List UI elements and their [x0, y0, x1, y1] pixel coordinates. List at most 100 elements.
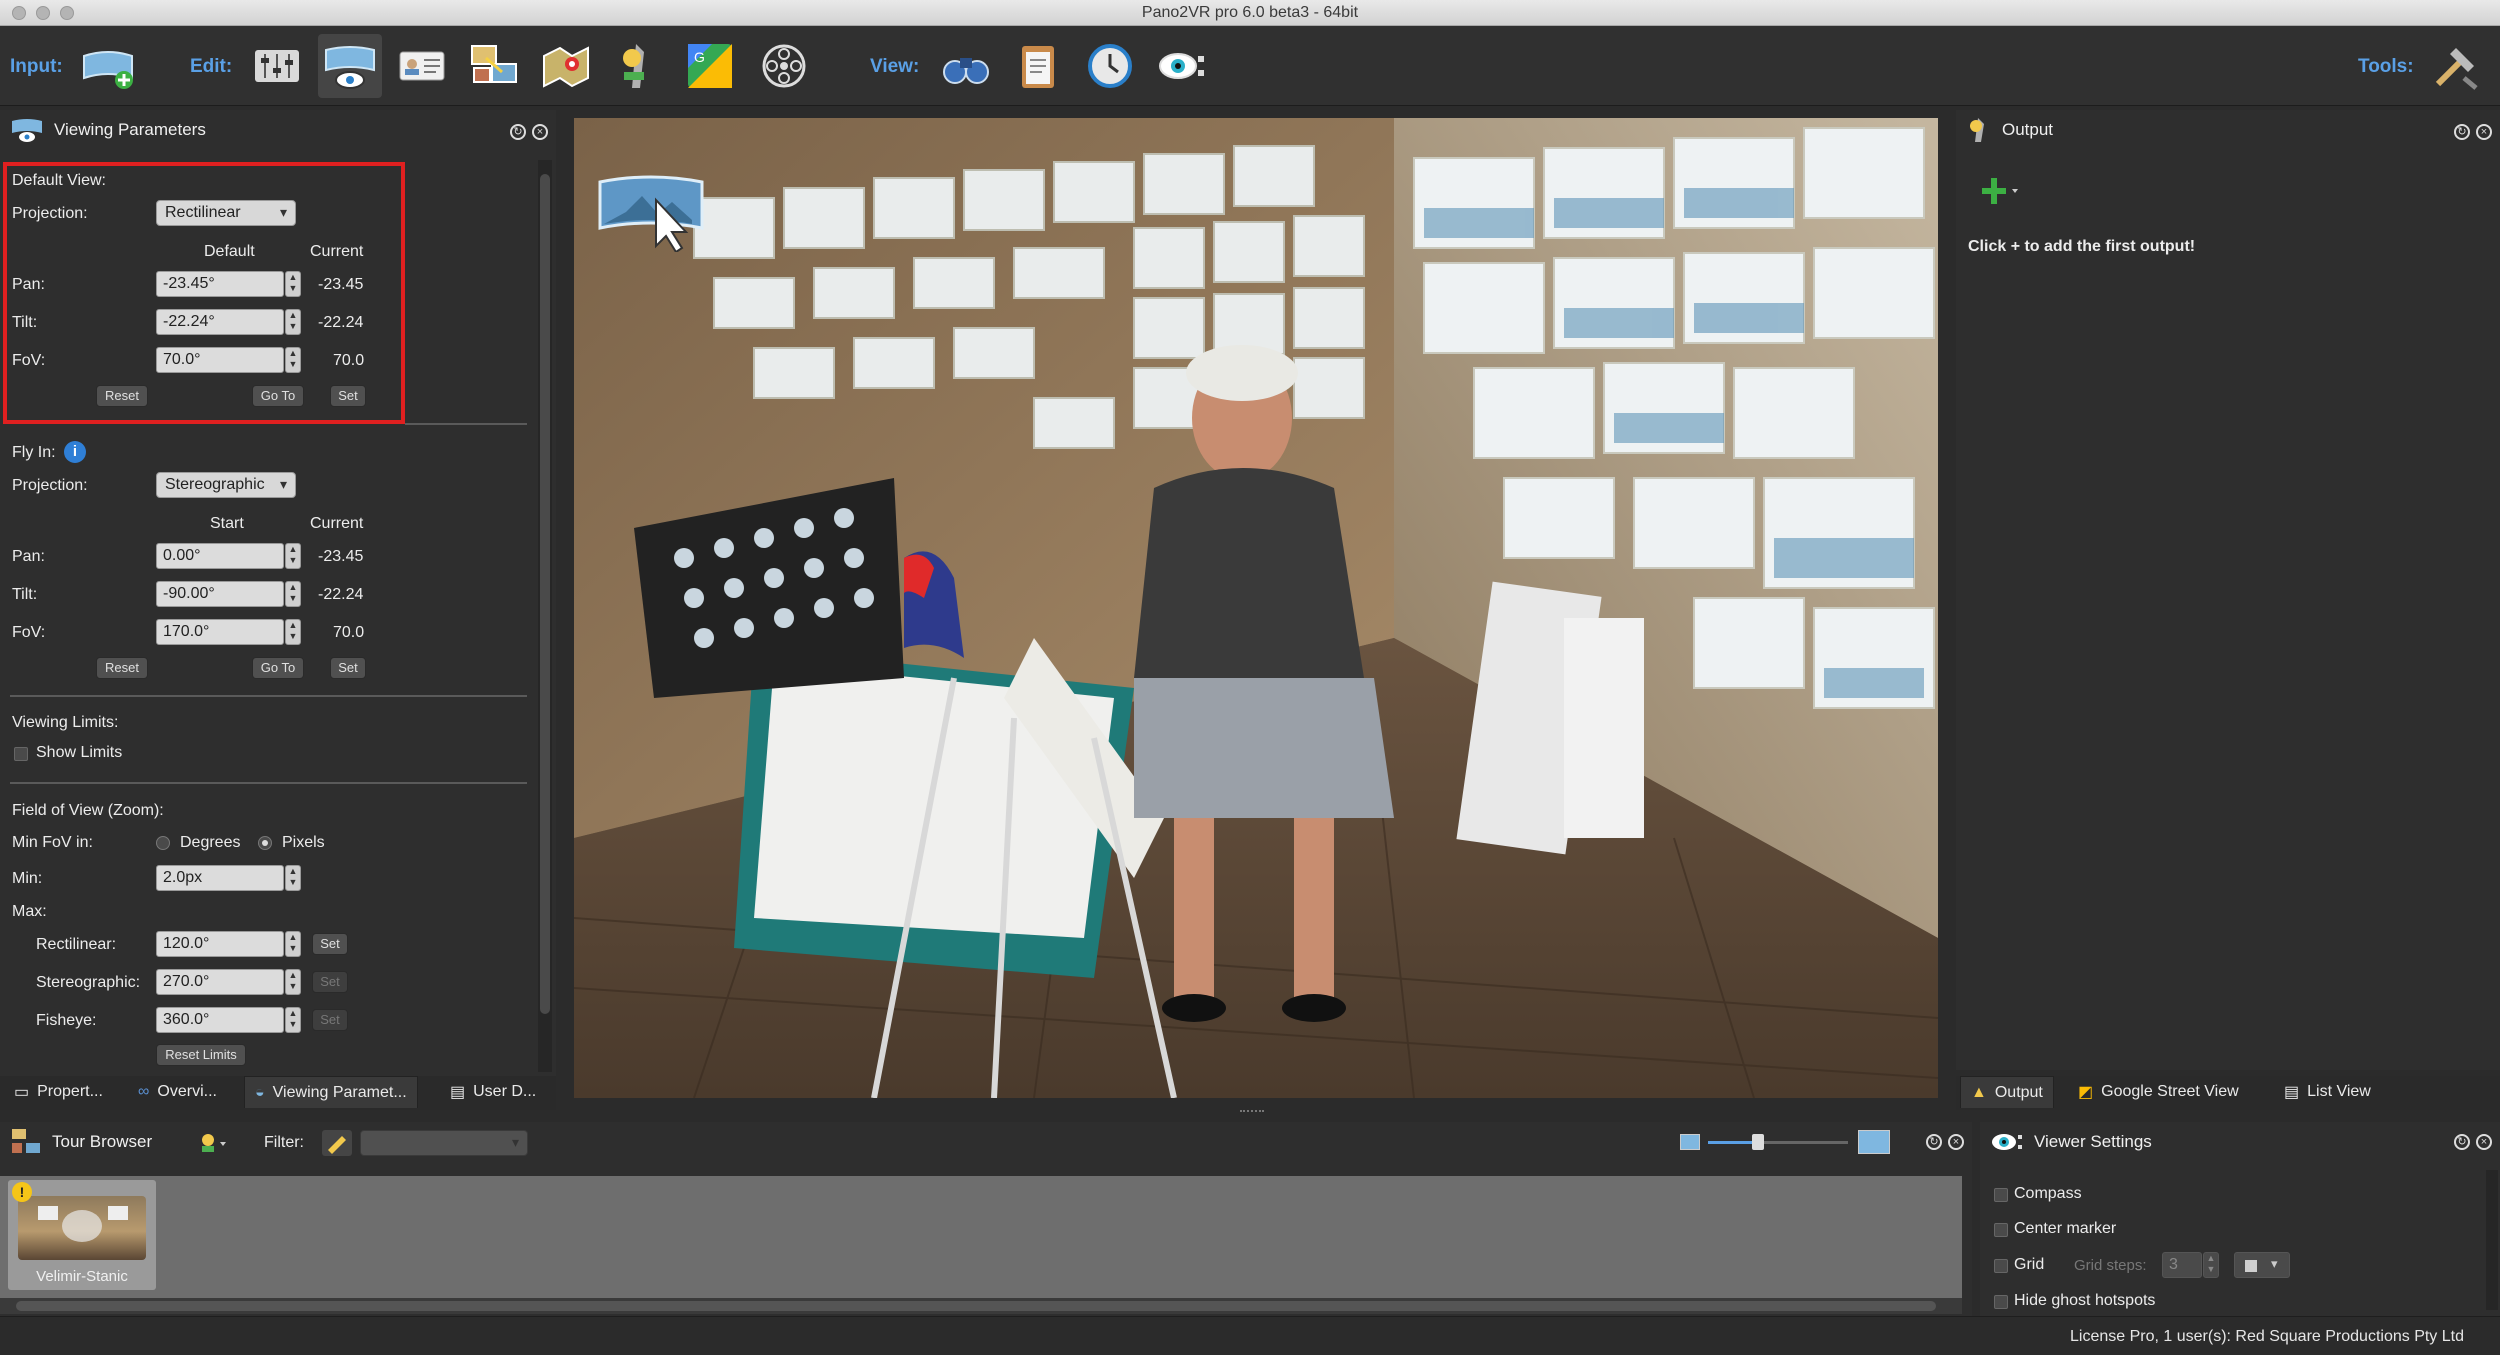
filter-tool-button[interactable]	[322, 1130, 352, 1156]
fly-in-pan-input[interactable]: 0.00°	[156, 543, 284, 569]
animation-button[interactable]	[752, 34, 816, 98]
vertical-scrollbar[interactable]	[2486, 1170, 2498, 1310]
close-panel-icon[interactable]: ×	[532, 124, 548, 140]
tour-tools-button[interactable]	[606, 34, 670, 98]
overview-button[interactable]	[934, 34, 998, 98]
rectilinear-set-button[interactable]: Set	[312, 933, 348, 955]
min-fov-input[interactable]: 2.0px	[156, 865, 284, 891]
tools-button[interactable]	[2424, 34, 2488, 98]
thumbnail-image	[18, 1196, 146, 1260]
tab-viewing-parameters[interactable]: ◒ Viewing Paramet...	[244, 1076, 418, 1108]
properties-edit-button[interactable]	[245, 34, 309, 98]
pan-current-value: -23.45	[318, 548, 364, 565]
reset-limits-button[interactable]: Reset Limits	[156, 1044, 246, 1066]
tab-google-street-view[interactable]: ◩ Google Street View	[2068, 1076, 2249, 1108]
tab-overview[interactable]: ∞ Overvi...	[128, 1076, 227, 1108]
default-goto-button[interactable]: Go To	[252, 385, 304, 407]
thumbnail-size-slider[interactable]	[1708, 1134, 1848, 1150]
stereographic-stepper[interactable]: ▲ ▼	[285, 969, 301, 995]
history-button[interactable]	[1078, 34, 1142, 98]
close-panel-icon[interactable]: ×	[2476, 1134, 2492, 1150]
panorama-viewer[interactable]	[574, 118, 1938, 1098]
panorama-thumbnail[interactable]: ! Velimir-Stanic	[8, 1180, 156, 1290]
pan-stepper[interactable]: ▲ ▼	[285, 271, 301, 297]
fov-stepper[interactable]: ▲ ▼	[285, 619, 301, 645]
center-marker-checkbox[interactable]	[1994, 1223, 2008, 1237]
stereographic-set-button[interactable]: Set	[312, 971, 348, 993]
close-panel-icon[interactable]: ×	[2476, 124, 2492, 140]
close-panel-icon[interactable]: ×	[1948, 1134, 1964, 1150]
pixels-label: Pixels	[282, 834, 325, 851]
scrollbar-thumb[interactable]	[16, 1301, 1936, 1311]
grid-steps-stepper[interactable]: ▲ ▼	[2203, 1252, 2219, 1278]
user-data-button[interactable]	[390, 34, 454, 98]
max-rectilinear-input[interactable]: 120.0°	[156, 931, 284, 957]
tilt-label: Tilt:	[12, 586, 38, 603]
fly-in-fov-input[interactable]: 170.0°	[156, 619, 284, 645]
panel-scrollbar[interactable]	[538, 160, 552, 1072]
fly-in-set-button[interactable]: Set	[330, 657, 366, 679]
fly-in-tilt-input[interactable]: -90.00°	[156, 581, 284, 607]
max-fisheye-input[interactable]: 360.0°	[156, 1007, 284, 1033]
tilt-stepper[interactable]: ▲ ▼	[285, 309, 301, 335]
default-set-button[interactable]: Set	[330, 385, 366, 407]
fly-in-projection-select[interactable]: Stereographic	[156, 472, 296, 498]
fly-in-reset-button[interactable]: Reset	[96, 657, 148, 679]
fisheye-set-button[interactable]: Set	[312, 1009, 348, 1031]
tab-list-view[interactable]: ▤ List View	[2274, 1076, 2381, 1108]
info-icon[interactable]: i	[64, 441, 86, 463]
add-output-button[interactable]	[1982, 176, 2022, 206]
pixels-radio[interactable]	[258, 836, 272, 850]
grid-color-select[interactable]: ▾	[2234, 1252, 2290, 1278]
viewer-button[interactable]	[1150, 34, 1214, 98]
filter-select[interactable]	[360, 1130, 528, 1156]
tour-map-button[interactable]	[462, 34, 526, 98]
grid-steps-input[interactable]: 3	[2162, 1252, 2202, 1278]
default-tilt-input[interactable]: -22.24°	[156, 309, 284, 335]
small-thumbnail-icon	[1680, 1134, 1700, 1150]
tour-tool-dropdown[interactable]	[198, 1130, 228, 1156]
horizontal-scrollbar[interactable]	[0, 1298, 1962, 1314]
float-panel-icon[interactable]: ↻	[2454, 124, 2470, 140]
pan-stepper[interactable]: ▲ ▼	[285, 543, 301, 569]
floor-plan-button[interactable]	[534, 34, 598, 98]
grid-checkbox[interactable]	[1994, 1259, 2008, 1273]
max-stereographic-input[interactable]: 270.0°	[156, 969, 284, 995]
viewing-parameters-overlay-icon[interactable]	[596, 172, 706, 257]
title-bar: Pano2VR pro 6.0 beta3 - 64bit	[0, 0, 2500, 26]
viewing-parameters-button[interactable]	[318, 34, 382, 98]
min-fov-label: Min FoV in:	[12, 834, 93, 851]
splitter-handle[interactable]	[1240, 1110, 1264, 1116]
show-limits-checkbox[interactable]	[14, 747, 28, 761]
scrollbar-thumb[interactable]	[540, 174, 550, 1014]
hide-ghost-hotspots-checkbox[interactable]	[1994, 1295, 2008, 1309]
min-fov-stepper[interactable]: ▲ ▼	[285, 865, 301, 891]
input-panorama-button[interactable]	[76, 34, 140, 98]
fly-in-goto-button[interactable]: Go To	[252, 657, 304, 679]
default-fov-input[interactable]: 70.0°	[156, 347, 284, 373]
tab-output[interactable]: ▲ Output	[1960, 1076, 2054, 1108]
rectilinear-stepper[interactable]: ▲ ▼	[285, 931, 301, 957]
default-projection-select[interactable]: Rectilinear	[156, 200, 296, 226]
default-pan-input[interactable]: -23.45°	[156, 271, 284, 297]
float-panel-icon[interactable]: ↻	[2454, 1134, 2470, 1150]
id-card-icon: ▤	[450, 1084, 466, 1101]
tilt-stepper[interactable]: ▲ ▼	[285, 581, 301, 607]
google-maps-button[interactable]: G	[678, 34, 742, 98]
clipboard-button[interactable]	[1006, 34, 1070, 98]
output-icon: ▲	[1971, 1083, 1987, 1101]
fov-stepper[interactable]: ▲ ▼	[285, 347, 301, 373]
float-panel-icon[interactable]: ↻	[510, 124, 526, 140]
fisheye-stepper[interactable]: ▲ ▼	[285, 1007, 301, 1033]
slider-handle[interactable]	[1752, 1134, 1764, 1150]
compass-checkbox[interactable]	[1994, 1188, 2008, 1202]
clipboard-icon	[1022, 46, 1054, 88]
default-reset-button[interactable]: Reset	[96, 385, 148, 407]
svg-text:G: G	[694, 49, 705, 65]
degrees-radio[interactable]	[156, 836, 170, 850]
float-panel-icon[interactable]: ↻	[1926, 1134, 1942, 1150]
tab-properties[interactable]: ▭ Propert...	[4, 1076, 113, 1108]
current-column-header: Current	[310, 243, 364, 260]
tab-user-data[interactable]: ▤ User D...	[440, 1076, 546, 1108]
panorama-image[interactable]	[574, 118, 1938, 1098]
